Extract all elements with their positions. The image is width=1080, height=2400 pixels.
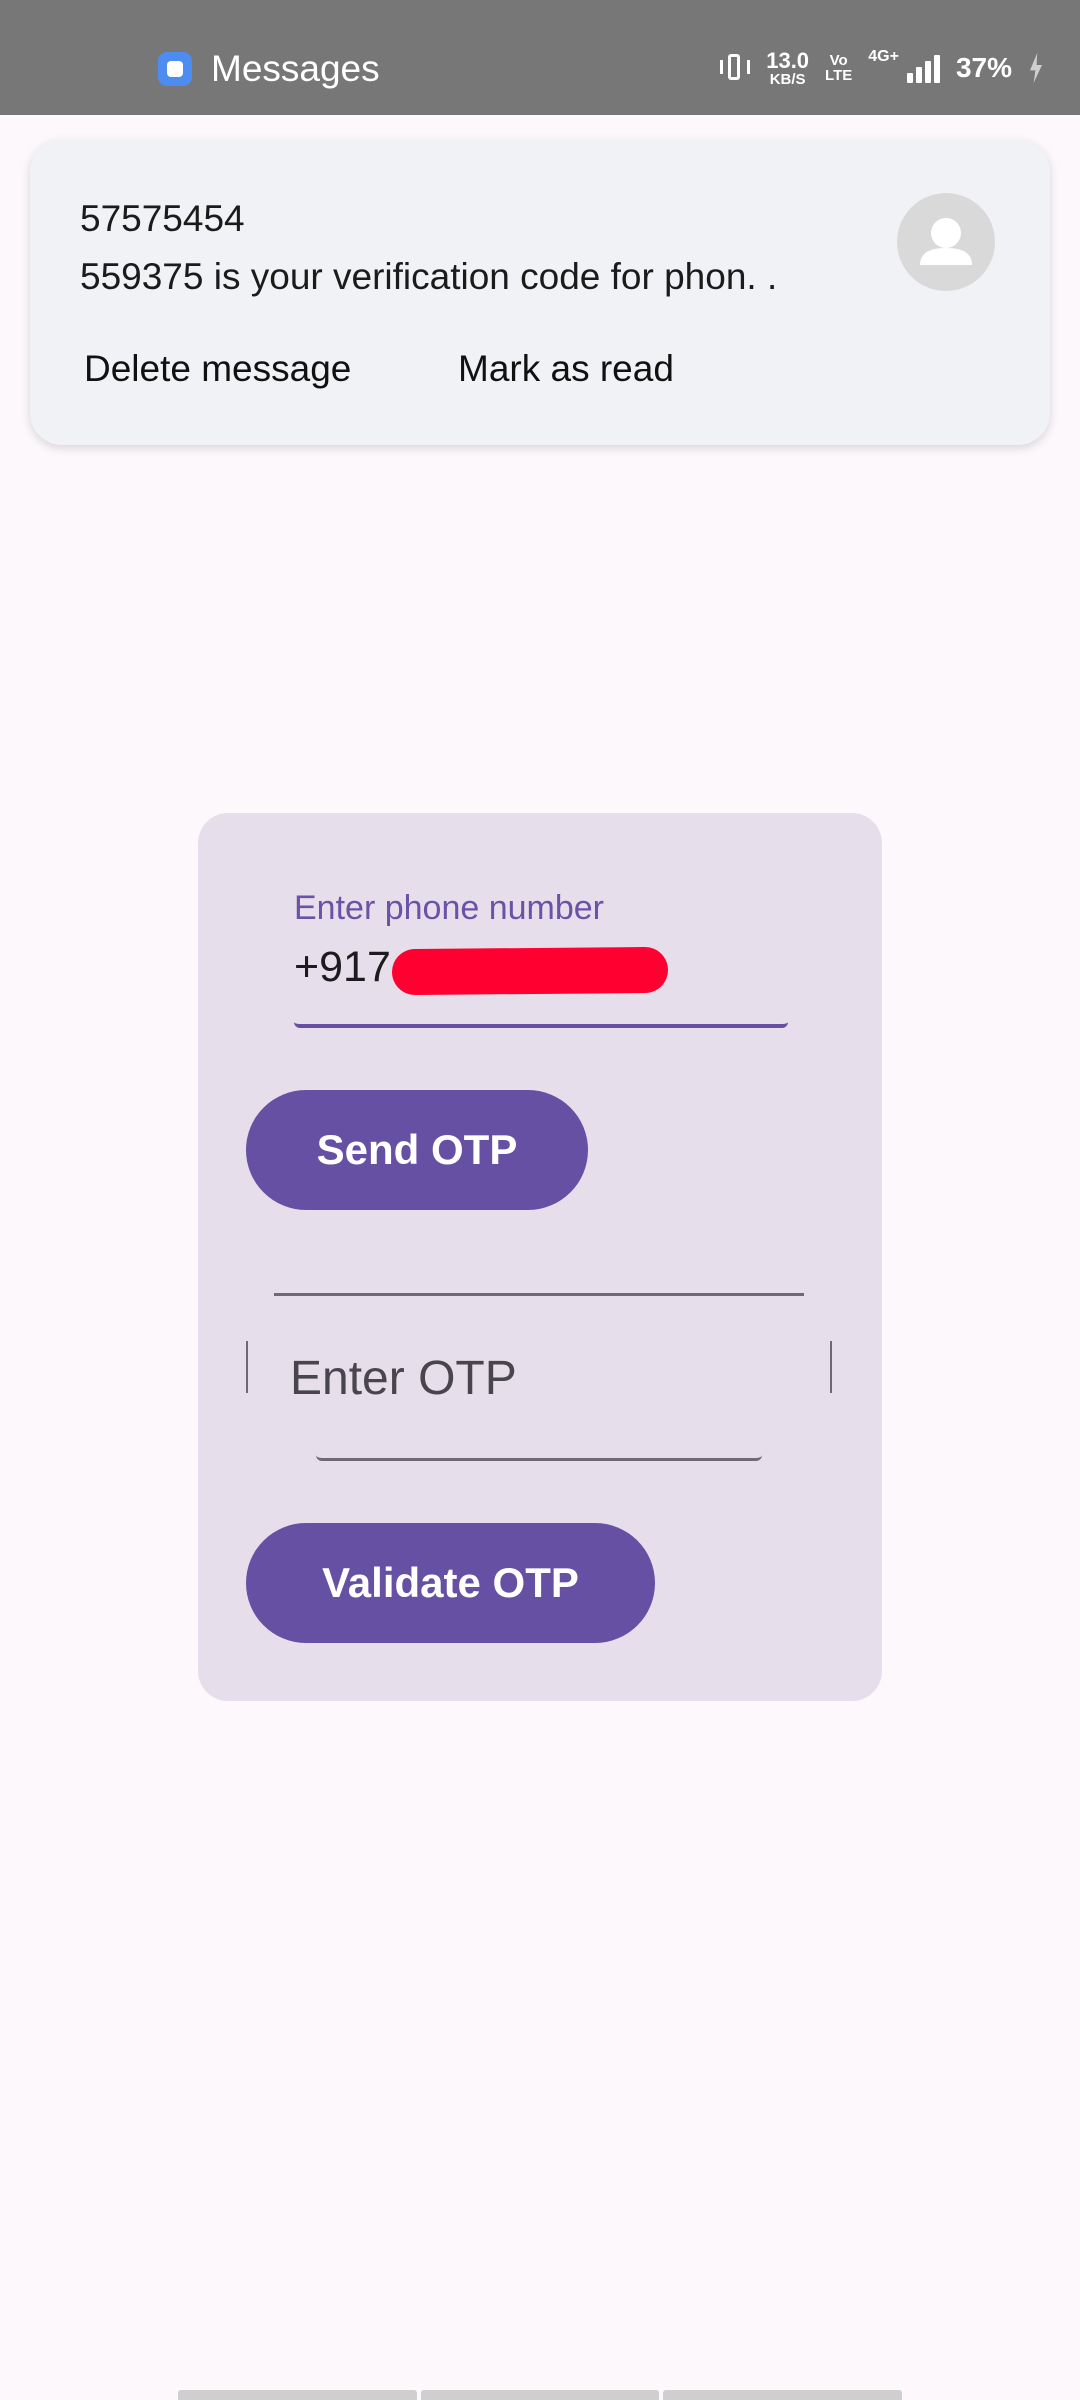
status-icons: 13.0 KB/S Vo LTE 4G+ 37%	[720, 48, 1044, 88]
charging-icon	[1028, 51, 1044, 85]
signal-icon	[906, 53, 940, 83]
battery-level: 37%	[955, 52, 1012, 83]
otp-field-top-border	[274, 1293, 804, 1296]
network-type: 4G+	[868, 48, 899, 65]
network-speed: 13.0 KB/S	[766, 47, 810, 88]
network-speed-value: 13.0	[766, 47, 810, 73]
otp-input[interactable]	[290, 1343, 790, 1413]
otp-card: Enter phone number +917 Send OTP Validat…	[198, 813, 882, 1701]
otp-field-right-border	[828, 1341, 832, 1393]
vibrate-icon	[720, 52, 751, 84]
nav-segment[interactable]	[420, 2390, 660, 2400]
volte-indicator: Vo LTE	[825, 53, 852, 83]
volte-bottom: LTE	[825, 67, 853, 84]
redaction-mark	[391, 946, 669, 996]
otp-field-bottom-border	[316, 1455, 762, 1461]
notification-body: 559375 is your verification code for pho…	[80, 256, 778, 297]
send-otp-button[interactable]: Send OTP	[246, 1090, 588, 1210]
validate-otp-button[interactable]: Validate OTP	[246, 1523, 655, 1643]
messages-app-icon	[158, 52, 192, 86]
otp-field[interactable]	[246, 1293, 832, 1461]
nav-segment[interactable]	[663, 2390, 903, 2400]
person-icon	[897, 193, 995, 291]
navigation-bar[interactable]	[178, 2390, 903, 2400]
status-app-name: Messages	[211, 48, 380, 89]
phone-number-input[interactable]: +917	[294, 943, 391, 992]
notification-sender: 57575454	[80, 198, 245, 239]
phone-input-underline	[294, 1022, 788, 1028]
volte-top: Vo	[829, 52, 848, 69]
delete-message-button[interactable]: Delete message	[84, 348, 351, 390]
message-notification[interactable]: 57575454 559375 is your verification cod…	[30, 140, 1050, 445]
network-speed-unit: KB/S	[769, 70, 806, 88]
nav-segment[interactable]	[178, 2390, 417, 2400]
status-bar: Messages 13.0 KB/S Vo LTE 4G+ 37%	[0, 0, 1080, 115]
mark-as-read-button[interactable]: Mark as read	[458, 348, 674, 390]
phone-number-label: Enter phone number	[294, 889, 604, 927]
otp-field-left-border	[246, 1341, 250, 1393]
